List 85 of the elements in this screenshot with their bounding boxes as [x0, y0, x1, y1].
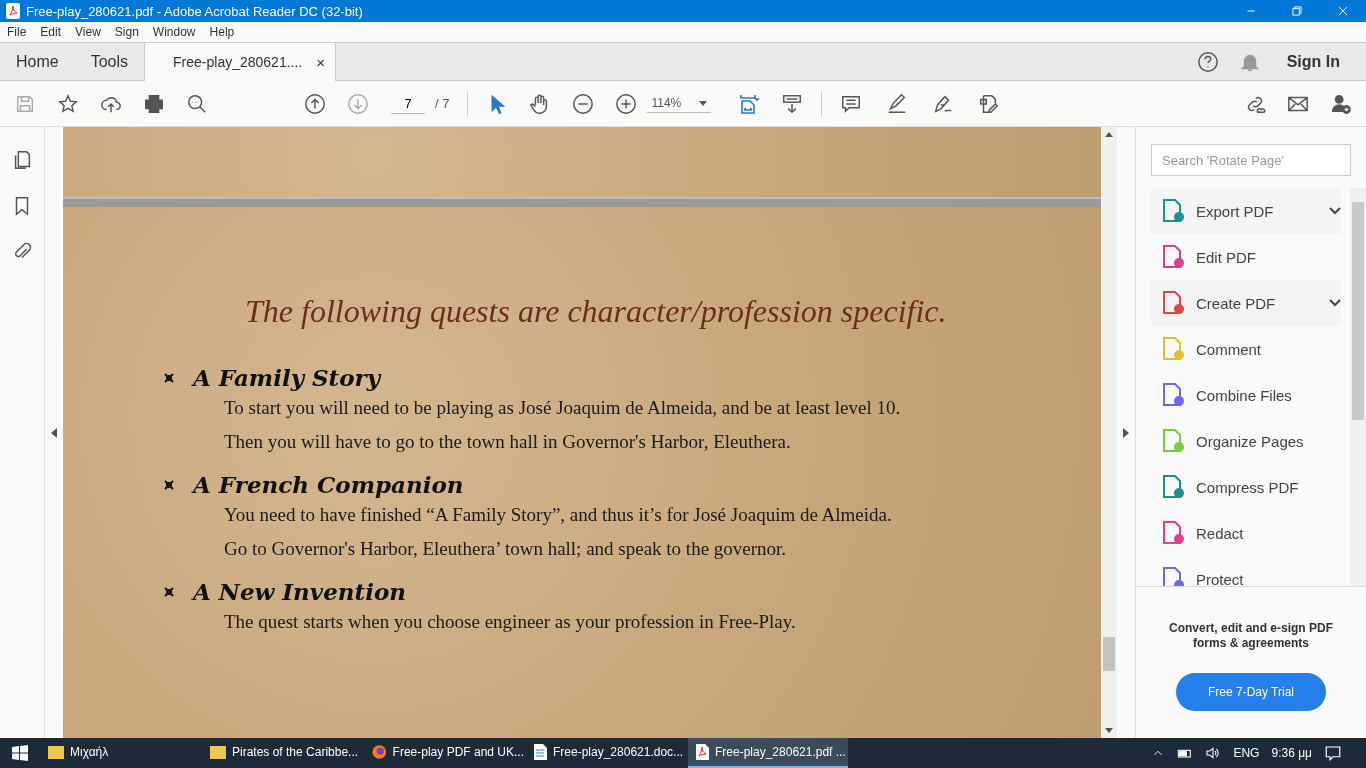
- clock[interactable]: 9:36 μμ: [1271, 746, 1312, 760]
- quest-text: Then you will have to go to the town hall in Governor's Harbor, Eleuthera.: [224, 431, 792, 453]
- zoom-out-icon[interactable]: [572, 92, 595, 115]
- folder-icon: [210, 745, 226, 759]
- folder-icon: [48, 745, 64, 759]
- tab[interactable]: Tools: [74, 43, 145, 80]
- document-icon: [534, 744, 547, 760]
- quest-text: You need to have finished “A Family Story”, and thus it’s for José Joaquim de Almeida.: [224, 504, 893, 526]
- quest-text: To start you will need to be playing as José Joaquim de Almeida, and be at least level 10.: [224, 397, 902, 419]
- tool-icon: [1161, 199, 1185, 223]
- quest-text: Go to Governor's Harbor, Eleuthera’ town hall; and speak to the governor.: [224, 538, 788, 560]
- tool-item[interactable]: Create PDF: [1151, 280, 1341, 326]
- tool-icon: [1161, 291, 1185, 315]
- page-heading: The following quests are character/profession specific.: [245, 293, 948, 330]
- tool-item[interactable]: Combine Files: [1151, 372, 1341, 418]
- collapse-left-icon[interactable]: [51, 427, 57, 438]
- tool-item[interactable]: Edit PDF: [1151, 234, 1341, 280]
- quest-title: A French Companion: [193, 471, 464, 498]
- tool-icon: [1161, 521, 1185, 545]
- tool-icon: [1161, 337, 1185, 361]
- menu-item[interactable]: Help: [202, 25, 242, 39]
- scroll-mode-icon[interactable]: [781, 92, 804, 115]
- taskbar-item[interactable]: Free-play_280621.doc...: [526, 738, 686, 768]
- trial-button[interactable]: Free 7-Day Trial: [1176, 673, 1326, 711]
- tool-item[interactable]: Protect: [1151, 556, 1341, 586]
- menu-item[interactable]: File: [0, 25, 34, 39]
- tool-icon: [1161, 383, 1185, 407]
- pdf-icon: [696, 744, 709, 760]
- speaker-icon[interactable]: [1205, 745, 1222, 761]
- scroll-down-icon[interactable]: [1105, 728, 1113, 733]
- add-user-icon[interactable]: [1330, 92, 1352, 115]
- tool-icon: [1161, 429, 1185, 453]
- chevron-down-icon[interactable]: [1329, 299, 1341, 307]
- tab[interactable]: Home: [0, 43, 75, 80]
- search-icon[interactable]: [186, 92, 208, 115]
- bullet-icon: [163, 478, 175, 491]
- close-icon[interactable]: [1336, 4, 1350, 18]
- tab[interactable]: Free-play_280621.... ×: [144, 43, 336, 81]
- taskbar-item[interactable]: Free-play_280621.pdf ...: [688, 738, 848, 768]
- sign-in-link[interactable]: Sign In: [1286, 52, 1340, 71]
- globe-icon: [372, 744, 387, 760]
- tool-item[interactable]: Export PDF: [1151, 188, 1341, 234]
- scrollbar-thumb[interactable]: [1352, 202, 1364, 420]
- expand-right-icon[interactable]: [1123, 427, 1129, 438]
- window-title: Free-play_280621.pdf - Adobe Acrobat Reader DC (32-bit): [26, 3, 364, 19]
- tool-item[interactable]: Organize Pages: [1151, 418, 1341, 464]
- menu-item[interactable]: Edit: [33, 25, 69, 39]
- windows-icon[interactable]: [12, 745, 28, 761]
- zoom-dropdown[interactable]: 114%: [647, 94, 712, 113]
- star-icon[interactable]: [57, 92, 79, 115]
- bullet-icon: [163, 371, 175, 384]
- tool-icon: [1161, 567, 1185, 586]
- menu-item[interactable]: Sign: [107, 25, 146, 39]
- scroll-up-icon[interactable]: [1105, 132, 1113, 137]
- edit-document-icon[interactable]: [978, 92, 1001, 115]
- taskbar-item[interactable]: Μιχαήλ: [40, 738, 200, 768]
- tool-item[interactable]: Comment: [1151, 326, 1341, 372]
- bullet-icon: [163, 585, 175, 598]
- quest-title: A New Invention: [193, 578, 406, 605]
- tool-icon: [1161, 245, 1185, 269]
- chevron-down-icon[interactable]: [1329, 207, 1341, 215]
- restore-icon[interactable]: [1290, 4, 1304, 18]
- tool-item[interactable]: Compress PDF: [1151, 464, 1341, 510]
- scrollbar-thumb[interactable]: [1103, 637, 1115, 671]
- language-indicator[interactable]: ENG: [1233, 746, 1260, 760]
- pdf-icon: [6, 3, 20, 19]
- notification-icon[interactable]: [1324, 744, 1342, 762]
- menu-item[interactable]: View: [68, 25, 108, 39]
- promo-text: Convert, edit and e-sign PDF forms & agreements: [1168, 621, 1334, 651]
- caret-icon: [699, 100, 708, 106]
- page-count: / 7: [435, 96, 450, 111]
- taskbar-item[interactable]: Pirates of the Caribbe...: [202, 738, 362, 768]
- quest-title: A Family Story: [193, 364, 381, 391]
- close-tab-icon[interactable]: ×: [316, 53, 325, 71]
- scrollbar[interactable]: [1350, 188, 1366, 586]
- zoom-in-icon[interactable]: [615, 92, 638, 115]
- search-field[interactable]: Search 'Rotate Page': [1151, 144, 1351, 176]
- taskbar-item[interactable]: Free-play PDF and UK...: [364, 738, 524, 768]
- scrollbar[interactable]: [1101, 127, 1117, 738]
- quest-text: The quest starts when you choose engineer as your profession in Free-Play.: [224, 611, 797, 633]
- tool-item[interactable]: Redact: [1151, 510, 1341, 556]
- help-icon[interactable]: [1196, 50, 1219, 73]
- page-number-field[interactable]: 7: [391, 93, 425, 114]
- tool-icon: [1161, 475, 1185, 499]
- menu-item[interactable]: Window: [145, 25, 203, 39]
